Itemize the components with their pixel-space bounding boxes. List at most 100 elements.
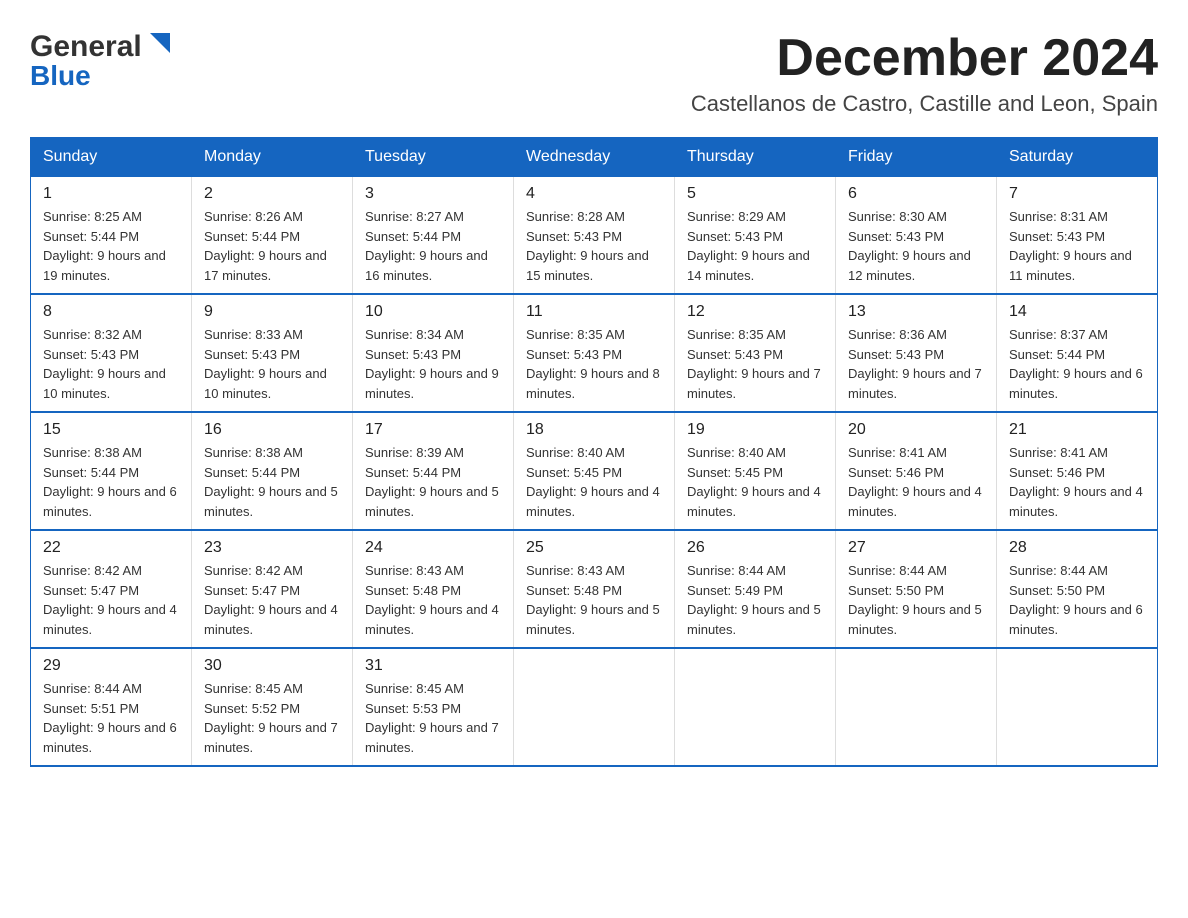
day-info: Sunrise: 8:43 AMSunset: 5:48 PMDaylight:… [526,561,662,639]
day-cell-7: 7Sunrise: 8:31 AMSunset: 5:43 PMDaylight… [997,177,1158,295]
day-info: Sunrise: 8:44 AMSunset: 5:50 PMDaylight:… [848,561,984,639]
weekday-row: SundayMondayTuesdayWednesdayThursdayFrid… [31,138,1158,177]
day-info: Sunrise: 8:45 AMSunset: 5:53 PMDaylight:… [365,679,501,757]
week-row-5: 29 Sunrise: 8:44 AMSunset: 5:51 PMDayligh… [31,648,1158,766]
weekday-header-wednesday: Wednesday [514,138,675,177]
day-cell-4: 4Sunrise: 8:28 AMSunset: 5:43 PMDaylight… [514,177,675,295]
day-cell-6: 6 Sunrise: 8:30 AMSunset: 5:43 PMDaylight… [836,177,997,295]
day-cell-13: 13Sunrise: 8:36 AMSunset: 5:43 PMDayligh… [836,294,997,412]
day-info: Sunrise: 8:41 AMSunset: 5:46 PMDaylight:… [1009,443,1145,521]
day-cell-30: 30 Sunrise: 8:45 AMSunset: 5:52 PMDayligh… [192,648,353,766]
day-number: 17 [365,421,501,439]
weekday-header-thursday: Thursday [675,138,836,177]
logo-general: General [30,30,142,64]
day-cell-26: 26Sunrise: 8:44 AMSunset: 5:49 PMDayligh… [675,530,836,648]
day-info: Sunrise: 8:42 AMSunset: 5:47 PMDaylight:… [204,561,340,639]
day-info: Sunrise: 8:39 AMSunset: 5:44 PMDaylight:… [365,443,501,521]
week-row-2: 8Sunrise: 8:32 AMSunset: 5:43 PMDaylight… [31,294,1158,412]
day-info: Sunrise: 8:44 AMSunset: 5:51 PMDaylight:… [43,679,179,757]
day-cell-15: 15 Sunrise: 8:38 AMSunset: 5:44 PMDayligh… [31,412,192,530]
day-number: 20 [848,421,984,439]
day-cell-29: 29 Sunrise: 8:44 AMSunset: 5:51 PMDayligh… [31,648,192,766]
day-info: Sunrise: 8:45 AMSunset: 5:52 PMDaylight:… [204,679,340,757]
day-cell-21: 21 Sunrise: 8:41 AMSunset: 5:46 PMDayligh… [997,412,1158,530]
day-number: 9 [204,303,340,321]
day-number: 7 [1009,185,1145,203]
day-cell-17: 17 Sunrise: 8:39 AMSunset: 5:44 PMDayligh… [353,412,514,530]
day-info: Sunrise: 8:35 AMSunset: 5:43 PMDaylight:… [526,325,662,403]
day-number: 15 [43,421,179,439]
empty-cell [836,648,997,766]
day-number: 16 [204,421,340,439]
day-info: Sunrise: 8:40 AMSunset: 5:45 PMDaylight:… [526,443,662,521]
day-info: Sunrise: 8:41 AMSunset: 5:46 PMDaylight:… [848,443,984,521]
weekday-header-tuesday: Tuesday [353,138,514,177]
day-info: Sunrise: 8:40 AMSunset: 5:45 PMDaylight:… [687,443,823,521]
day-number: 14 [1009,303,1145,321]
day-cell-14: 14 Sunrise: 8:37 AMSunset: 5:44 PMDayligh… [997,294,1158,412]
day-info: Sunrise: 8:43 AMSunset: 5:48 PMDaylight:… [365,561,501,639]
day-info: Sunrise: 8:28 AMSunset: 5:43 PMDaylight:… [526,207,662,285]
day-number: 27 [848,539,984,557]
day-info: Sunrise: 8:30 AMSunset: 5:43 PMDaylight:… [848,207,984,285]
day-info: Sunrise: 8:36 AMSunset: 5:43 PMDaylight:… [848,325,984,403]
day-cell-27: 27 Sunrise: 8:44 AMSunset: 5:50 PMDayligh… [836,530,997,648]
day-info: Sunrise: 8:33 AMSunset: 5:43 PMDaylight:… [204,325,340,403]
day-number: 31 [365,657,501,675]
page-header: General Blue December 2024 Castellanos d… [30,30,1158,117]
day-cell-31: 31 Sunrise: 8:45 AMSunset: 5:53 PMDayligh… [353,648,514,766]
day-number: 2 [204,185,340,203]
day-number: 19 [687,421,823,439]
title-block: December 2024 Castellanos de Castro, Cas… [691,30,1158,117]
weekday-header-monday: Monday [192,138,353,177]
day-number: 22 [43,539,179,557]
day-info: Sunrise: 8:44 AMSunset: 5:49 PMDaylight:… [687,561,823,639]
day-number: 24 [365,539,501,557]
day-number: 11 [526,303,662,321]
day-cell-5: 5Sunrise: 8:29 AMSunset: 5:43 PMDaylight… [675,177,836,295]
weekday-header-friday: Friday [836,138,997,177]
day-cell-22: 22 Sunrise: 8:42 AMSunset: 5:47 PMDayligh… [31,530,192,648]
empty-cell [997,648,1158,766]
day-info: Sunrise: 8:26 AMSunset: 5:44 PMDaylight:… [204,207,340,285]
day-cell-28: 28 Sunrise: 8:44 AMSunset: 5:50 PMDayligh… [997,530,1158,648]
day-number: 12 [687,303,823,321]
empty-cell [514,648,675,766]
day-info: Sunrise: 8:38 AMSunset: 5:44 PMDaylight:… [43,443,179,521]
calendar-header: SundayMondayTuesdayWednesdayThursdayFrid… [31,138,1158,177]
day-cell-2: 2 Sunrise: 8:26 AMSunset: 5:44 PMDaylight… [192,177,353,295]
day-cell-16: 16 Sunrise: 8:38 AMSunset: 5:44 PMDayligh… [192,412,353,530]
day-number: 29 [43,657,179,675]
calendar-table: SundayMondayTuesdayWednesdayThursdayFrid… [30,137,1158,767]
day-cell-25: 25 Sunrise: 8:43 AMSunset: 5:48 PMDayligh… [514,530,675,648]
day-info: Sunrise: 8:42 AMSunset: 5:47 PMDaylight:… [43,561,179,639]
day-number: 23 [204,539,340,557]
day-number: 28 [1009,539,1145,557]
day-info: Sunrise: 8:25 AMSunset: 5:44 PMDaylight:… [43,207,179,285]
weekday-header-sunday: Sunday [31,138,192,177]
day-number: 25 [526,539,662,557]
day-info: Sunrise: 8:27 AMSunset: 5:44 PMDaylight:… [365,207,501,285]
day-number: 3 [365,185,501,203]
day-number: 10 [365,303,501,321]
day-info: Sunrise: 8:44 AMSunset: 5:50 PMDaylight:… [1009,561,1145,639]
day-cell-20: 20 Sunrise: 8:41 AMSunset: 5:46 PMDayligh… [836,412,997,530]
day-cell-18: 18 Sunrise: 8:40 AMSunset: 5:45 PMDayligh… [514,412,675,530]
day-number: 18 [526,421,662,439]
day-cell-3: 3 Sunrise: 8:27 AMSunset: 5:44 PMDaylight… [353,177,514,295]
day-number: 21 [1009,421,1145,439]
day-info: Sunrise: 8:34 AMSunset: 5:43 PMDaylight:… [365,325,501,403]
day-info: Sunrise: 8:38 AMSunset: 5:44 PMDaylight:… [204,443,340,521]
day-info: Sunrise: 8:37 AMSunset: 5:44 PMDaylight:… [1009,325,1145,403]
calendar-body: 1Sunrise: 8:25 AMSunset: 5:44 PMDaylight… [31,177,1158,767]
day-cell-9: 9 Sunrise: 8:33 AMSunset: 5:43 PMDaylight… [192,294,353,412]
empty-cell [675,648,836,766]
day-cell-12: 12Sunrise: 8:35 AMSunset: 5:43 PMDayligh… [675,294,836,412]
logo: General Blue [30,30,176,92]
day-number: 6 [848,185,984,203]
week-row-3: 15 Sunrise: 8:38 AMSunset: 5:44 PMDayligh… [31,412,1158,530]
day-number: 30 [204,657,340,675]
day-cell-8: 8Sunrise: 8:32 AMSunset: 5:43 PMDaylight… [31,294,192,412]
day-cell-10: 10 Sunrise: 8:34 AMSunset: 5:43 PMDayligh… [353,294,514,412]
weekday-header-saturday: Saturday [997,138,1158,177]
